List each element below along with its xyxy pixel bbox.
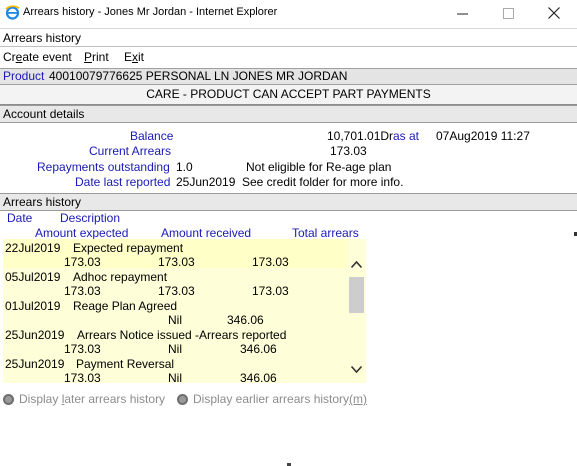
- row-received: 173.03: [158, 255, 195, 269]
- minimize-icon: [456, 13, 468, 14]
- list-scrollbar[interactable]: [347, 239, 366, 383]
- close-button[interactable]: [531, 2, 577, 24]
- scroll-down-icon[interactable]: [350, 362, 363, 376]
- menu-bar: Create event Print Exit: [0, 48, 577, 67]
- product-label: Product: [3, 69, 45, 83]
- row-expected: 173.03: [64, 342, 101, 356]
- display-earlier-history-option[interactable]: Display earlier arrears history (m): [177, 392, 367, 406]
- repayments-outstanding-value: 1.0: [176, 160, 193, 174]
- col-amount-expected: Amount expected: [35, 226, 129, 240]
- window-titlebar: Arrears history - Jones Mr Jordan - Inte…: [0, 0, 577, 27]
- display-earlier-history-shortcut: (m): [349, 392, 368, 406]
- display-later-history-option[interactable]: Display later arrears history: [3, 392, 165, 406]
- list-item[interactable]: 25Jun2019 Payment Reversal 173.03 Nil 34…: [3, 355, 366, 383]
- balance-value: 10,701.01Dr: [327, 129, 394, 143]
- scroll-thumb[interactable]: [349, 277, 364, 313]
- list-item[interactable]: 01Jul2019 Reage Plan Agreed Nil 346.06: [3, 297, 366, 327]
- maximize-button[interactable]: [485, 2, 531, 24]
- minimize-button[interactable]: [439, 2, 485, 24]
- row-total: 173.03: [252, 284, 289, 298]
- close-icon: [548, 7, 560, 19]
- row-total: 173.03: [252, 255, 289, 269]
- menu-print[interactable]: Print: [84, 48, 109, 66]
- repayments-outstanding-label: Repayments outstanding: [37, 160, 170, 174]
- arrears-history-heading: Arrears history: [0, 193, 577, 211]
- product-bar: Product 40010079776625 PERSONAL LN JONES…: [0, 68, 577, 85]
- care-banner: CARE - PRODUCT CAN ACCEPT PART PAYMENTS: [0, 85, 577, 105]
- col-amount-received: Amount received: [161, 226, 252, 240]
- col-total-arrears: Total arrears: [292, 226, 359, 240]
- row-received: Nil: [168, 371, 182, 383]
- row-description: Expected repayment: [73, 241, 184, 255]
- app-header: Arrears history: [0, 28, 577, 47]
- col-date: Date: [7, 211, 33, 225]
- row-expected: 173.03: [64, 255, 101, 269]
- row-total: 346.06: [227, 313, 264, 327]
- account-details-heading: Account details: [0, 105, 577, 123]
- arrears-history-list[interactable]: 22Jul2019 Expected repayment 173.03 173.…: [3, 239, 366, 383]
- row-date: 01Jul2019: [5, 299, 61, 313]
- as-at-label: as at: [393, 129, 420, 143]
- reage-note: Not eligible for Re-age plan: [246, 160, 392, 174]
- date-last-reported-label: Date last reported: [75, 175, 171, 189]
- row-description: Adhoc repayment: [73, 270, 168, 284]
- balance-label: Balance: [130, 129, 174, 143]
- as-at-value: 07Aug2019 11:27: [436, 129, 530, 143]
- current-arrears-value: 173.03: [330, 144, 367, 158]
- row-description: Reage Plan Agreed: [73, 299, 178, 313]
- internet-explorer-icon: [5, 5, 20, 20]
- row-total: 346.06: [240, 342, 277, 356]
- maximize-icon: [502, 7, 514, 19]
- row-expected: 173.03: [64, 371, 101, 383]
- display-later-history-label: Display later arrears history: [19, 392, 166, 406]
- col-description: Description: [60, 211, 121, 225]
- menu-create-event[interactable]: Create event: [3, 48, 72, 66]
- menu-exit[interactable]: Exit: [124, 48, 144, 66]
- row-date: 25Jun2019: [5, 357, 65, 371]
- row-description: Arrears Notice issued -Arrears reported: [77, 328, 287, 342]
- product-value: 40010079776625 PERSONAL LN JONES MR JORD…: [49, 69, 348, 83]
- row-date: 05Jul2019: [5, 270, 61, 284]
- row-date: 22Jul2019: [5, 241, 61, 255]
- radio-icon[interactable]: [3, 393, 14, 405]
- row-received: Nil: [168, 313, 182, 327]
- row-expected: 173.03: [64, 284, 101, 298]
- credit-folder-note: See credit folder for more info.: [242, 175, 404, 189]
- list-item[interactable]: 25Jun2019 Arrears Notice issued -Arrears…: [3, 326, 366, 356]
- row-received: 173.03: [158, 284, 195, 298]
- current-arrears-label: Current Arrears: [89, 144, 172, 158]
- row-total: 346.06: [240, 371, 277, 383]
- radio-icon[interactable]: [177, 393, 188, 405]
- list-item[interactable]: 05Jul2019 Adhoc repayment 173.03 173.03 …: [3, 268, 366, 298]
- row-received: Nil: [168, 342, 182, 356]
- list-item[interactable]: 22Jul2019 Expected repayment 173.03 173.…: [3, 239, 366, 269]
- window-title: Arrears history - Jones Mr Jordan - Inte…: [23, 6, 278, 18]
- date-last-reported-value: 25Jun2019: [176, 175, 236, 189]
- row-date: 25Jun2019: [5, 328, 65, 342]
- display-earlier-history-label: Display earlier arrears history: [193, 392, 350, 406]
- row-description: Payment Reversal: [76, 357, 175, 371]
- scroll-up-icon[interactable]: [350, 257, 363, 271]
